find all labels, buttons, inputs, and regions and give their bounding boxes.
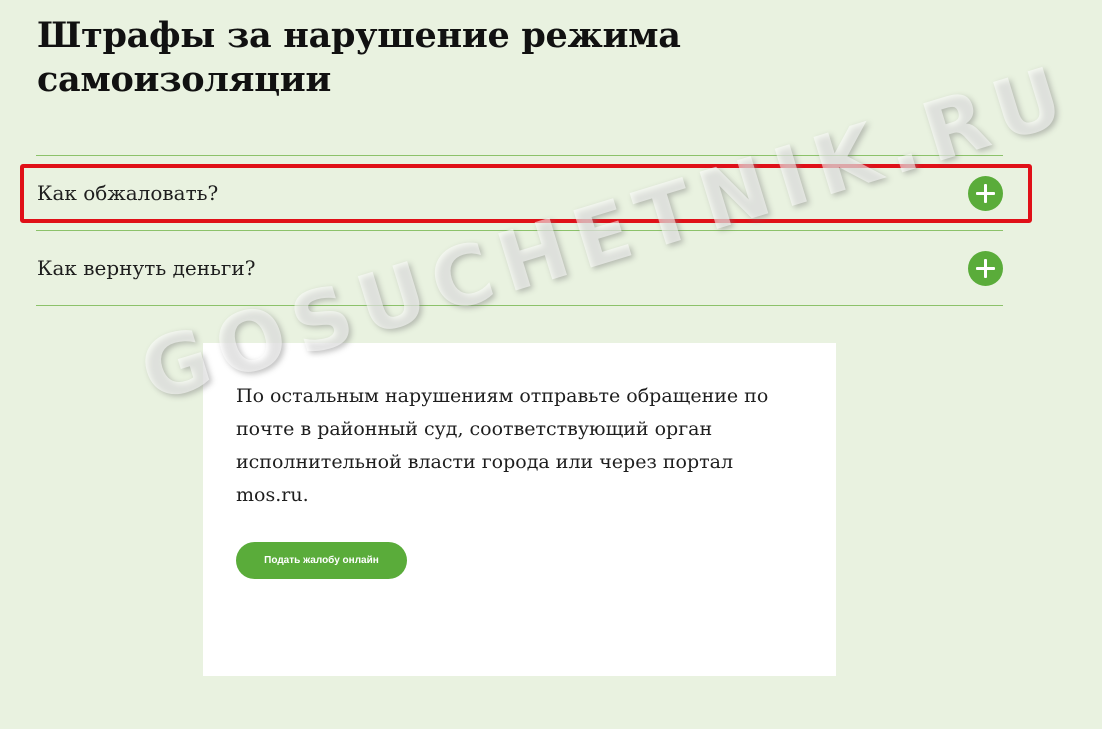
accordion-item-label: Как вернуть деньги? [37,256,256,280]
info-card-text: По остальным нарушениям отправьте обраще… [236,385,769,506]
faq-accordion: Как обжаловать? Как вернуть деньги? [36,155,1003,306]
plus-circle-icon[interactable] [968,251,1003,286]
submit-complaint-button[interactable]: Подать жалобу онлайн [236,542,407,579]
accordion-item-refund[interactable]: Как вернуть деньги? [36,231,1003,306]
info-card: По остальным нарушениям отправьте обраще… [203,343,836,676]
page-title: Штрафы за нарушение режима самоизоляции [37,15,681,100]
plus-circle-icon[interactable] [968,176,1003,211]
accordion-item-appeal[interactable]: Как обжаловать? [36,156,1003,231]
accordion-item-label: Как обжаловать? [37,181,219,205]
